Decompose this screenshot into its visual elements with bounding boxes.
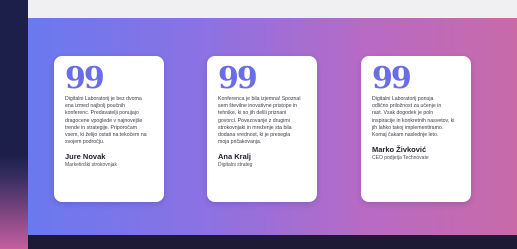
left-dark-panel xyxy=(0,0,28,249)
quote-icon: 99 xyxy=(218,61,258,96)
testimonial-card: 99 Digitalni Laboratorij ponuja odlično … xyxy=(361,56,471,202)
quote-icon: 99 xyxy=(372,61,412,96)
testimonial-role: Marketinški strokovnjak xyxy=(65,162,117,169)
testimonial-author: Jure Novak xyxy=(65,152,106,162)
top-section-background xyxy=(28,0,517,18)
testimonial-text: Konferenca je bila izjemna! Spoznal sem … xyxy=(218,96,301,146)
testimonial-author: Ana Kralj xyxy=(218,152,251,162)
footer-bar xyxy=(28,235,517,249)
testimonial-text: Digitalni Laboratorij ponuja odlično pri… xyxy=(372,96,455,139)
testimonial-card: 99 Konferenca je bila izjemna! Spoznal s… xyxy=(207,56,317,202)
testimonial-role: CEO podjetja Technovate xyxy=(372,155,429,162)
quote-icon: 99 xyxy=(65,61,105,96)
testimonial-role: Digitalni strateg xyxy=(218,162,253,169)
testimonial-card: 99 Digitalni Laboratorij je bez dvoma en… xyxy=(54,56,164,202)
testimonial-text: Digitalni Laboratorij je bez dvoma ena i… xyxy=(65,96,147,146)
testimonial-author: Marko Živković xyxy=(372,145,427,155)
